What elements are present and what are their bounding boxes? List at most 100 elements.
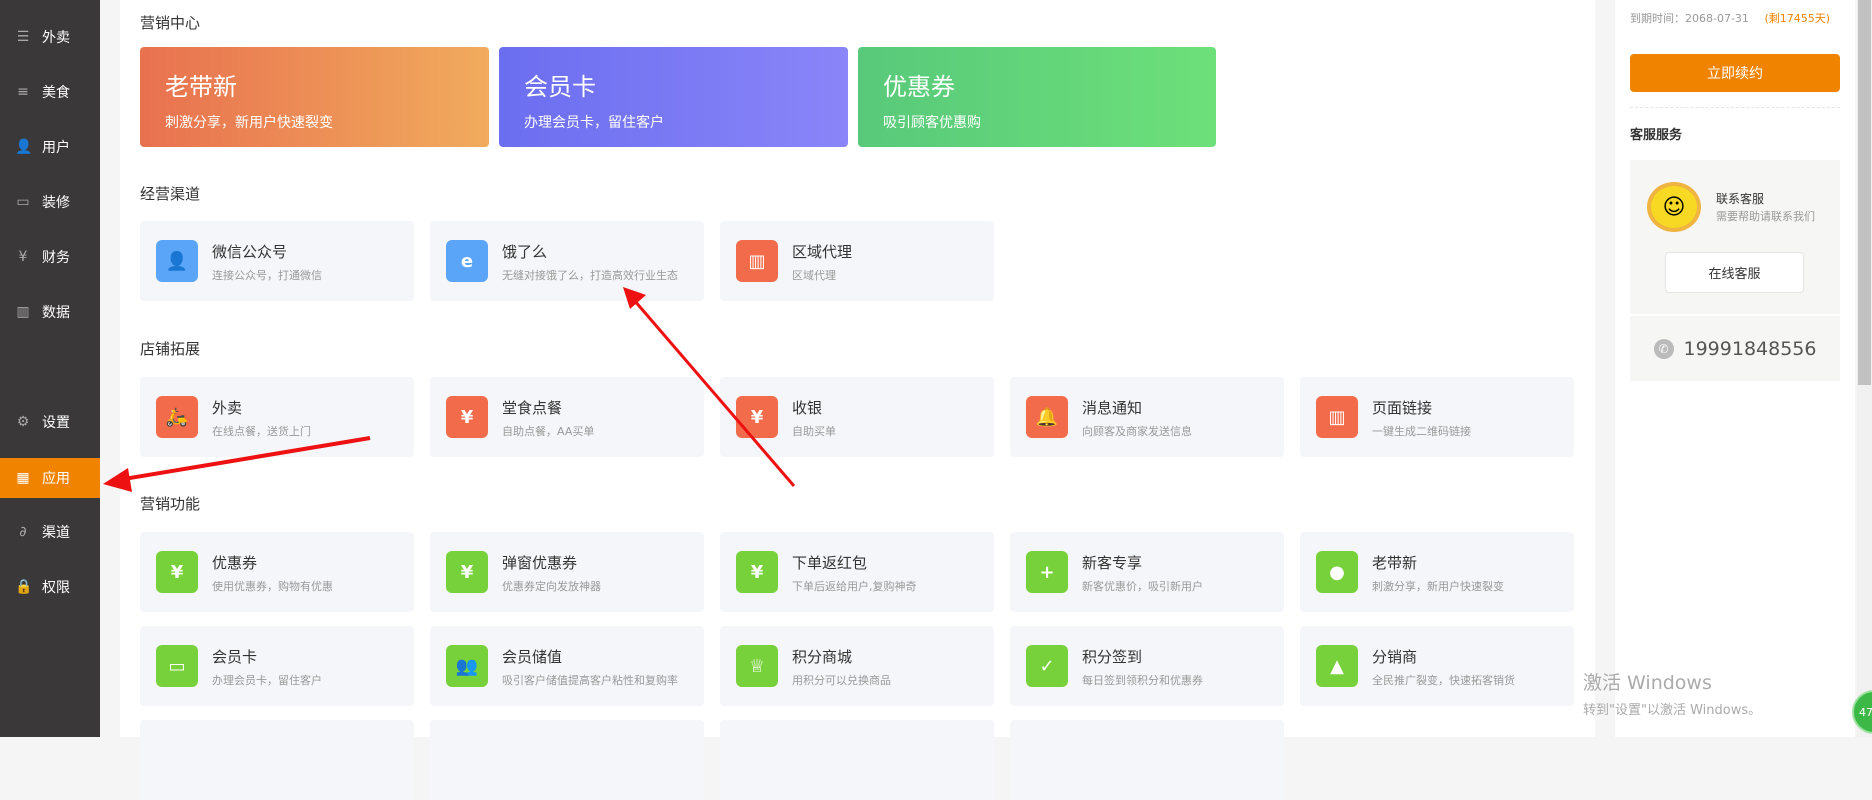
sidebar-item-label: 渠道 bbox=[42, 525, 70, 541]
banner-referral[interactable]: 老带新 刺激分享，新用户快速裂变 bbox=[140, 47, 489, 147]
app-desc: 自助点餐，AA买单 bbox=[502, 425, 595, 438]
app-icon: ¥ bbox=[156, 551, 198, 593]
app-title: 会员卡 bbox=[212, 648, 258, 666]
sidebar-item-7[interactable]: ▦ 应用 bbox=[0, 458, 100, 498]
app-desc: 全民推广裂变，快速拓客销货 bbox=[1372, 674, 1515, 687]
app-card-channels[interactable]: 👤 微信公众号 连接公众号，打通微信 bbox=[140, 221, 414, 301]
app-title: 微信公众号 bbox=[212, 243, 288, 261]
sidebar-item-label: 用户 bbox=[42, 140, 70, 156]
brush-icon: ▭ bbox=[16, 194, 30, 210]
app-card[interactable] bbox=[430, 720, 704, 800]
app-icon: ¥ bbox=[446, 396, 488, 438]
phone-box: ✆ 19991848556 bbox=[1630, 316, 1840, 381]
section-title-store-expansion: 店铺拓展 bbox=[140, 340, 201, 358]
app-card-channels[interactable]: ▥ 区域代理 区域代理 bbox=[720, 221, 994, 301]
app-icon: ¥ bbox=[446, 551, 488, 593]
app-card-store[interactable]: ▥ 页面链接 一键生成二维码链接 bbox=[1300, 377, 1574, 457]
sidebar-item-label: 应用 bbox=[42, 471, 70, 487]
app-card[interactable] bbox=[140, 720, 414, 800]
app-icon: ¥ bbox=[736, 396, 778, 438]
divider bbox=[1630, 107, 1840, 108]
section-title-marketing-features: 营销功能 bbox=[140, 495, 201, 513]
online-service-button[interactable]: 在线客服 bbox=[1665, 252, 1804, 293]
gear-icon: ⚙ bbox=[16, 414, 30, 430]
app-title: 堂食点餐 bbox=[502, 399, 563, 417]
app-icon: ♕ bbox=[736, 645, 778, 687]
app-card-store[interactable]: 🛵 外卖 在线点餐，送货上门 bbox=[140, 377, 414, 457]
sidebar-item-9[interactable]: 🔒 权限 bbox=[0, 567, 100, 607]
app-card-marketing[interactable]: + 新客专享 新客优惠价，吸引新用户 bbox=[1010, 532, 1284, 612]
sidebar-item-4[interactable]: ¥ 财务 bbox=[0, 237, 100, 277]
app-title: 会员储值 bbox=[502, 648, 563, 666]
contact-title: 联系客服 bbox=[1716, 192, 1765, 206]
app-title: 积分签到 bbox=[1082, 648, 1143, 666]
app-icon: ✓ bbox=[1026, 645, 1068, 687]
contact-desc: 需要帮助请联系我们 bbox=[1716, 210, 1815, 223]
app-card-store[interactable]: 🔔 消息通知 向顾客及商家发送信息 bbox=[1010, 377, 1284, 457]
main-content: 营销中心 老带新 刺激分享，新用户快速裂变 会员卡 办理会员卡，留住客户 优惠券… bbox=[120, 0, 1595, 800]
app-title: 积分商城 bbox=[792, 648, 853, 666]
app-card-marketing[interactable]: ✓ 积分签到 每日签到领积分和优惠券 bbox=[1010, 626, 1284, 706]
lock-icon: 🔒 bbox=[15, 579, 33, 595]
contact-box: ☺ 联系客服 需要帮助请联系我们 在线客服 bbox=[1630, 160, 1840, 314]
windows-activation-watermark: 激活 Windows 转到"设置"以激活 Windows。 bbox=[1583, 668, 1761, 718]
document-icon: ☰ bbox=[16, 29, 30, 45]
app-icon: ▭ bbox=[156, 645, 198, 687]
app-title: 外卖 bbox=[212, 399, 243, 417]
right-panel: 到期时间：2068-07-31 (剩17455天) 立即续约 客服服务 ☺ 联系… bbox=[1615, 0, 1855, 737]
app-card-marketing[interactable]: ¥ 下单返红包 下单后返给用户,复购神奇 bbox=[720, 532, 994, 612]
floating-badge[interactable]: 47 bbox=[1852, 690, 1872, 734]
app-desc: 一键生成二维码链接 bbox=[1372, 425, 1471, 438]
app-icon: ▥ bbox=[736, 240, 778, 282]
app-card-marketing[interactable]: ▭ 会员卡 办理会员卡，留住客户 bbox=[140, 626, 414, 706]
banner-title: 会员卡 bbox=[524, 73, 596, 101]
app-card[interactable] bbox=[1010, 720, 1284, 800]
app-card-channels[interactable]: e 饿了么 无缝对接饿了么，打造高效行业生态 bbox=[430, 221, 704, 301]
sidebar-item-2[interactable]: 👤 用户 bbox=[0, 127, 100, 167]
scrollbar-thumb[interactable] bbox=[1858, 0, 1871, 385]
sidebar-item-label: 权限 bbox=[42, 580, 70, 596]
sidebar-item-5[interactable]: ▥ 数据 bbox=[0, 292, 100, 332]
sidebar-item-3[interactable]: ▭ 装修 bbox=[0, 182, 100, 222]
app-card-store[interactable]: ¥ 收银 自助买单 bbox=[720, 377, 994, 457]
app-card-marketing[interactable]: ● 老带新 刺激分享，新用户快速裂变 bbox=[1300, 532, 1574, 612]
sidebar-item-6[interactable]: ⚙ 设置 bbox=[0, 402, 100, 442]
sidebar-item-8[interactable]: ∂ 渠道 bbox=[0, 512, 100, 552]
app-icon: ▥ bbox=[1316, 396, 1358, 438]
app-icon: 🔔 bbox=[1026, 396, 1068, 438]
app-card[interactable] bbox=[720, 720, 994, 800]
remaining-days: (剩17455天) bbox=[1764, 12, 1831, 25]
banner-desc: 办理会员卡，留住客户 bbox=[524, 115, 664, 131]
app-card-marketing[interactable]: ¥ 弹窗优惠券 优惠券定向发放神器 bbox=[430, 532, 704, 612]
section-title-marketing-center: 营销中心 bbox=[140, 14, 201, 32]
app-card-marketing[interactable]: 👥 会员储值吸引客户储值提高客户粘性和复购率 bbox=[430, 626, 704, 706]
section-title-channels: 经营渠道 bbox=[140, 185, 201, 203]
banner-title: 优惠券 bbox=[883, 73, 955, 101]
app-card-marketing[interactable]: ♕ 积分商城 用积分可以兑换商品 bbox=[720, 626, 994, 706]
banner-member-card[interactable]: 会员卡 办理会员卡，留住客户 bbox=[499, 47, 848, 147]
app-title: 下单返红包 bbox=[792, 554, 868, 572]
sidebar-item-label: 财务 bbox=[42, 250, 70, 266]
renew-button[interactable]: 立即续约 bbox=[1630, 54, 1840, 92]
app-desc: 自助买单 bbox=[792, 425, 836, 438]
link-icon: ∂ bbox=[19, 524, 27, 540]
sidebar-item-0[interactable]: ☰ 外卖 bbox=[0, 17, 100, 57]
sidebar-item-label: 美食 bbox=[42, 85, 70, 101]
sidebar-item-1[interactable]: ≡ 美食 bbox=[0, 72, 100, 112]
sidebar: ☰ 外卖 ≡ 美食 👤 用户 ▭ 装修 ¥ 财务 ▥ 数据 ⚙ 设置 ▦ 应用 ∂ 渠道 🔒 权限 bbox=[0, 0, 100, 737]
watermark-line2: 转到"设置"以激活 Windows。 bbox=[1583, 703, 1762, 718]
sidebar-item-label: 外卖 bbox=[42, 30, 70, 46]
banner-coupon[interactable]: 优惠券 吸引顾客优惠购 bbox=[858, 47, 1216, 147]
app-title: 新客专享 bbox=[1082, 554, 1143, 572]
app-desc: 吸引客户储值提高客户粘性和复购率 bbox=[502, 674, 678, 687]
sidebar-item-label: 数据 bbox=[42, 305, 70, 321]
app-card-marketing[interactable]: ▲ 分销商 全民推广裂变，快速拓客销货 bbox=[1300, 626, 1574, 706]
app-desc: 无缝对接饿了么，打造高效行业生态 bbox=[502, 269, 678, 282]
app-card-marketing[interactable]: ¥ 优惠券 使用优惠券，购物有优惠 bbox=[140, 532, 414, 612]
app-card-store[interactable]: ¥ 堂食点餐自助点餐，AA买单 bbox=[430, 377, 704, 457]
banner-desc: 刺激分享，新用户快速裂变 bbox=[165, 115, 333, 131]
app-desc: 使用优惠券，购物有优惠 bbox=[212, 580, 333, 593]
sidebar-item-label: 设置 bbox=[42, 415, 70, 431]
app-desc: 在线点餐，送货上门 bbox=[212, 425, 311, 438]
app-icon: 👥 bbox=[446, 645, 488, 687]
